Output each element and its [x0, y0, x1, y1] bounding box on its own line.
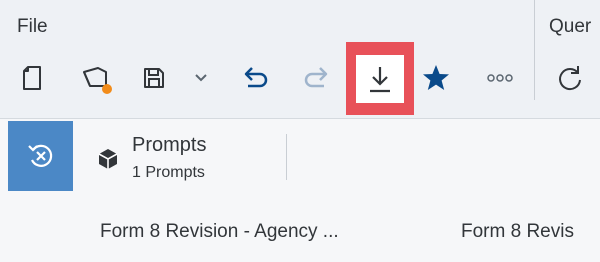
prompts-bar: Prompts 1 Prompts	[0, 119, 600, 194]
group-label-file: File	[17, 16, 48, 37]
document-tab[interactable]: Form 8 Revision - Agency ...	[100, 221, 339, 243]
save-button[interactable]	[134, 58, 174, 98]
prompts-divider	[286, 134, 287, 180]
toolbar: File Quer	[0, 0, 600, 119]
undo-icon	[244, 67, 268, 88]
prompts-cube-icon	[98, 149, 118, 169]
document-tabs: Form 8 Revision - Agency ... Form 8 Revi…	[0, 194, 600, 262]
open-folder-icon	[83, 67, 112, 94]
more-button[interactable]	[480, 58, 520, 98]
document-tab[interactable]: Form 8 Revis	[461, 221, 574, 243]
prompts-title: Prompts	[132, 134, 207, 156]
group-label-query: Quer	[549, 16, 592, 37]
prompts-count: 1 Prompts	[132, 164, 205, 181]
reset-icon	[27, 144, 52, 167]
new-document-button[interactable]	[12, 58, 52, 98]
refresh-button[interactable]	[550, 58, 590, 98]
chevron-down-icon	[195, 74, 207, 82]
favorite-button[interactable]	[416, 58, 456, 98]
download-icon	[370, 67, 390, 93]
more-icon	[487, 74, 513, 82]
star-icon	[423, 65, 449, 90]
new-document-icon	[23, 66, 41, 90]
refresh-icon	[559, 66, 581, 91]
redo-icon	[304, 67, 328, 88]
undo-button[interactable]	[236, 58, 276, 98]
notification-dot-icon	[102, 84, 112, 94]
download-button[interactable]	[356, 55, 404, 103]
toolbar-divider	[534, 0, 535, 100]
open-document-button[interactable]	[76, 58, 116, 98]
save-icon	[144, 68, 164, 88]
redo-button[interactable]	[296, 58, 336, 98]
reset-prompts-button[interactable]	[8, 121, 73, 191]
save-options-dropdown[interactable]	[182, 58, 220, 98]
